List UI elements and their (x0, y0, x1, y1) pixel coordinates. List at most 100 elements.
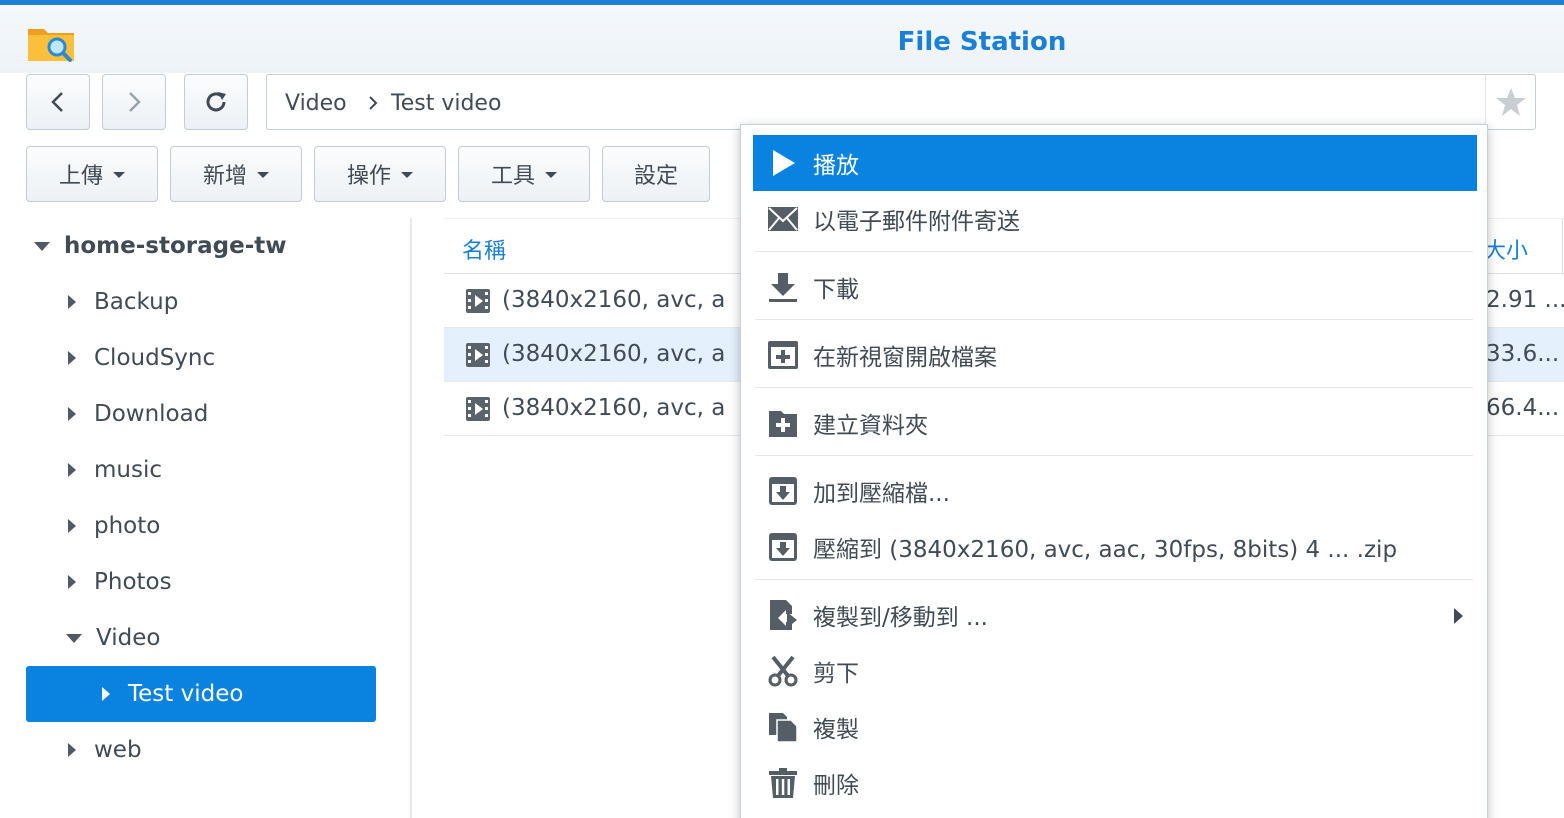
action-label: 操作 (346, 164, 391, 189)
menu-item-label: 刪除 (813, 773, 859, 799)
collapsed-arrow-icon[interactable] (68, 407, 76, 421)
menu-item-copy-move-to[interactable]: 複製到/移動到 ... (753, 587, 1477, 643)
tree-item-music[interactable]: music (68, 442, 418, 498)
open-new-window-icon (765, 337, 801, 373)
caret-down-icon (113, 172, 125, 178)
column-size[interactable]: 大小 (1484, 233, 1528, 265)
app-title: File Station (897, 27, 1067, 57)
collapsed-arrow-icon[interactable] (68, 575, 76, 589)
create-label: 新增 (202, 164, 247, 189)
trash-icon (765, 765, 801, 801)
collapsed-arrow-icon[interactable] (102, 687, 110, 701)
tree-item-download[interactable]: Download (68, 386, 418, 442)
star-icon (1495, 88, 1526, 116)
file-size: 2.91 ... (1486, 287, 1564, 313)
tree-item-web[interactable]: web (68, 722, 418, 778)
copy-icon (765, 709, 801, 745)
forward-button[interactable] (102, 74, 166, 130)
upload-label: 上傳 (58, 164, 103, 189)
collapsed-arrow-icon[interactable] (68, 351, 76, 365)
caret-down-icon (401, 172, 413, 178)
video-file-icon (466, 343, 490, 367)
upload-button[interactable]: 上傳 (26, 146, 158, 202)
menu-item-open-new-window[interactable]: 在新視窗開啟檔案 (753, 327, 1477, 383)
file-name: (3840x2160, avc, a (502, 341, 726, 367)
tools-label: 工具 (490, 164, 535, 189)
menu-separator (755, 455, 1473, 456)
scissors-icon (765, 653, 801, 689)
menu-item-label: 加到壓縮檔... (813, 481, 950, 507)
collapsed-arrow-icon[interactable] (68, 743, 76, 757)
chevron-right-icon (369, 96, 378, 110)
menu-item-cut[interactable]: 剪下 (753, 643, 1477, 699)
tree-root-home-storage-tw[interactable]: home-storage-tw (34, 218, 384, 274)
download-icon (765, 269, 801, 305)
collapsed-arrow-icon[interactable] (68, 519, 76, 533)
folder-tree: home-storage-tw Backup CloudSync Downloa… (0, 218, 410, 818)
file-size: 66.4... (1486, 395, 1560, 421)
create-folder-icon (765, 405, 801, 441)
menu-item-label: 複製到/移動到 ... (813, 605, 988, 631)
mail-icon (765, 201, 801, 237)
archive-icon (765, 529, 801, 565)
column-divider (1562, 219, 1563, 275)
panel-divider[interactable] (410, 218, 412, 818)
refresh-button[interactable] (184, 74, 248, 130)
favorite-star-button[interactable] (1485, 75, 1535, 129)
create-button[interactable]: 新增 (170, 146, 302, 202)
menu-item-download[interactable]: 下載 (753, 259, 1477, 315)
context-menu: 播放 以電子郵件附件寄送 下載 在新視窗開啟檔案 建立資料夾 加到壓縮檔... … (740, 124, 1488, 818)
tree-item-video[interactable]: Video (66, 610, 416, 666)
tree-item-cloudsync[interactable]: CloudSync (68, 330, 418, 386)
menu-item-create-folder[interactable]: 建立資料夾 (753, 395, 1477, 451)
menu-item-delete[interactable]: 刪除 (753, 755, 1477, 811)
file-name: (3840x2160, avc, a (502, 395, 726, 421)
menu-item-label: 複製 (813, 717, 859, 743)
collapsed-arrow-icon[interactable] (68, 463, 76, 477)
menu-separator (755, 319, 1473, 320)
tree-item-backup[interactable]: Backup (68, 274, 418, 330)
archive-icon (765, 473, 801, 509)
tools-button[interactable]: 工具 (458, 146, 590, 202)
expand-arrow-icon[interactable] (66, 633, 82, 643)
chevron-left-icon (51, 92, 63, 112)
file-name: (3840x2160, avc, a (502, 287, 726, 313)
menu-item-compress-to-zip[interactable]: 壓縮到 (3840x2160, avc, aac, 30fps, 8bits) … (753, 519, 1477, 575)
file-size: 33.6... (1486, 341, 1560, 367)
settings-button[interactable]: 設定 (602, 146, 710, 202)
menu-item-label: 在新視窗開啟檔案 (813, 345, 997, 371)
refresh-icon (206, 92, 226, 112)
back-button[interactable] (26, 74, 90, 130)
menu-item-add-to-archive[interactable]: 加到壓縮檔... (753, 463, 1477, 519)
expand-arrow-icon[interactable] (34, 241, 50, 251)
caret-down-icon (545, 172, 557, 178)
submenu-arrow-icon (1454, 608, 1463, 624)
menu-separator (755, 579, 1473, 580)
settings-label: 設定 (633, 164, 678, 189)
menu-item-play[interactable]: 播放 (753, 135, 1477, 191)
menu-item-label: 建立資料夾 (813, 413, 928, 439)
action-button[interactable]: 操作 (314, 146, 446, 202)
breadcrumb-video[interactable]: Video (285, 91, 347, 116)
tree-item-photo[interactable]: photo (68, 498, 418, 554)
copy-move-icon (765, 597, 801, 633)
video-file-icon (466, 289, 490, 313)
video-file-icon (466, 397, 490, 421)
play-icon (765, 145, 801, 181)
column-name[interactable]: 名稱 (462, 233, 506, 265)
breadcrumb-test-video[interactable]: Test video (391, 91, 501, 116)
menu-item-email-attachment[interactable]: 以電子郵件附件寄送 (753, 191, 1477, 247)
tree-item-test-video[interactable]: Test video (26, 666, 376, 722)
caret-down-icon (257, 172, 269, 178)
tree-item-photos[interactable]: Photos (68, 554, 418, 610)
menu-item-label: 以電子郵件附件寄送 (813, 209, 1020, 235)
menu-separator (755, 251, 1473, 252)
menu-item-copy[interactable]: 複製 (753, 699, 1477, 755)
collapsed-arrow-icon[interactable] (68, 295, 76, 309)
path-bar[interactable]: Video Test video (266, 74, 1536, 130)
menu-item-label: 播放 (813, 153, 859, 179)
menu-separator (755, 387, 1473, 388)
menu-item-label: 剪下 (813, 661, 859, 687)
menu-item-label: 壓縮到 (3840x2160, avc, aac, 30fps, 8bits) … (813, 537, 1398, 563)
title-bar: File Station (0, 5, 1564, 73)
